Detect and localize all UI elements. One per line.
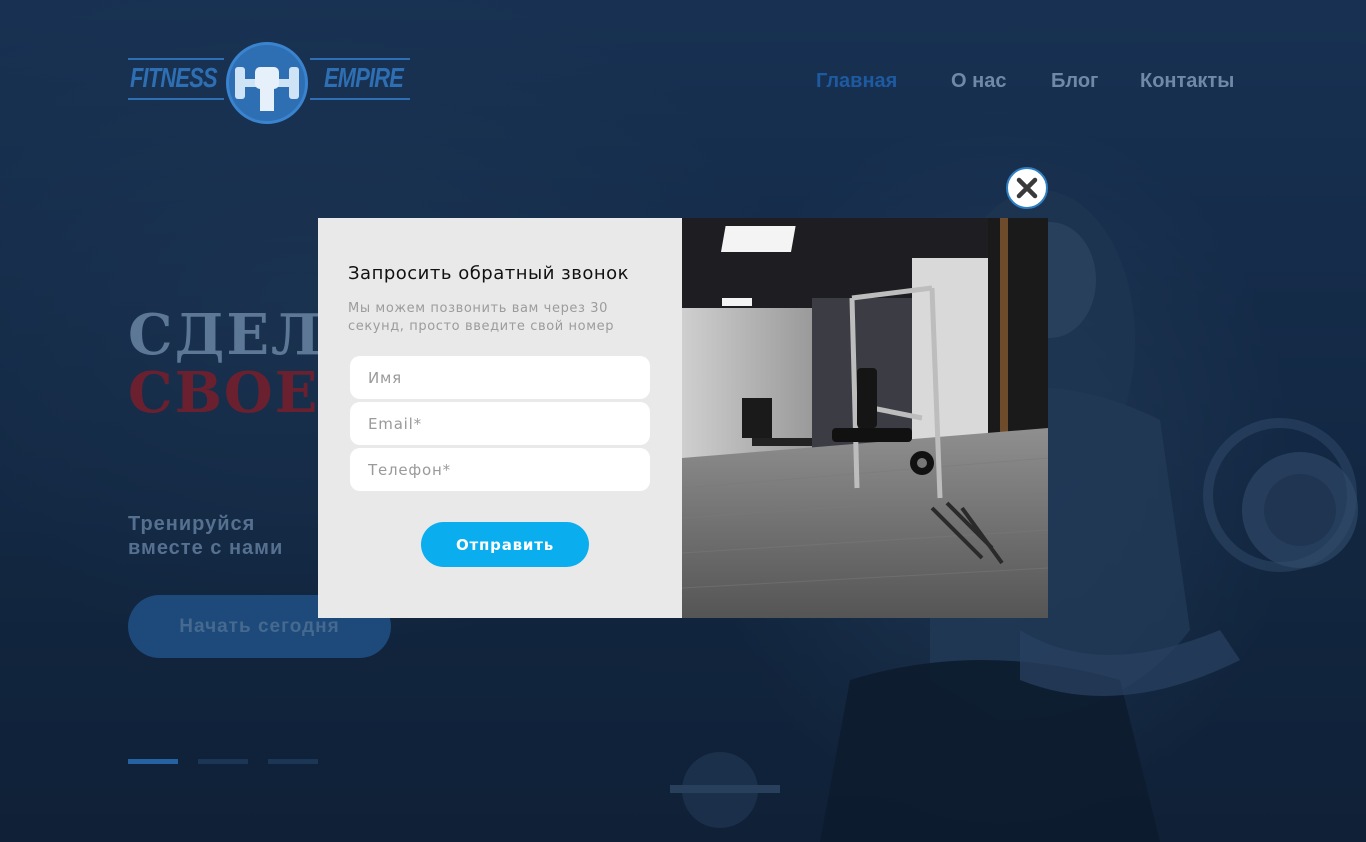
callback-modal: Запросить обратный звонок Мы можем позво… — [318, 218, 1048, 618]
modal-subtitle: Мы можем позвонить вам через 30 секунд, … — [348, 301, 615, 334]
hero-tagline: Тренируйся вместе с нами — [128, 512, 328, 560]
logo-divider — [128, 58, 224, 60]
email-input[interactable] — [350, 402, 650, 445]
logo-divider — [310, 58, 410, 60]
slider-dot-3[interactable] — [268, 759, 318, 764]
main-nav: Главная О нас Блог Контакты — [0, 70, 1366, 100]
hero-tagline-line-1: Тренируйся — [128, 513, 256, 535]
nav-item-home[interactable]: Главная — [816, 70, 897, 93]
modal-title: Запросить обратный звонок — [348, 263, 629, 284]
close-modal-button[interactable] — [1006, 167, 1048, 209]
gym-interior-photo — [682, 218, 1048, 618]
name-input[interactable] — [350, 356, 650, 399]
nav-item-about[interactable]: О нас — [951, 70, 1006, 93]
slider-dot-2[interactable] — [198, 759, 248, 764]
slider-dot-1[interactable] — [128, 759, 178, 764]
phone-input[interactable] — [350, 448, 650, 491]
nav-item-contacts[interactable]: Контакты — [1140, 70, 1234, 93]
submit-button[interactable]: Отправить — [421, 522, 589, 567]
nav-item-blog[interactable]: Блог — [1051, 70, 1098, 93]
hero-tagline-line-2: вместе с нами — [128, 537, 284, 559]
gym-photo-illustration — [682, 218, 1048, 618]
callback-form: Запросить обратный звонок Мы можем позво… — [318, 218, 682, 618]
close-icon — [1016, 177, 1038, 199]
